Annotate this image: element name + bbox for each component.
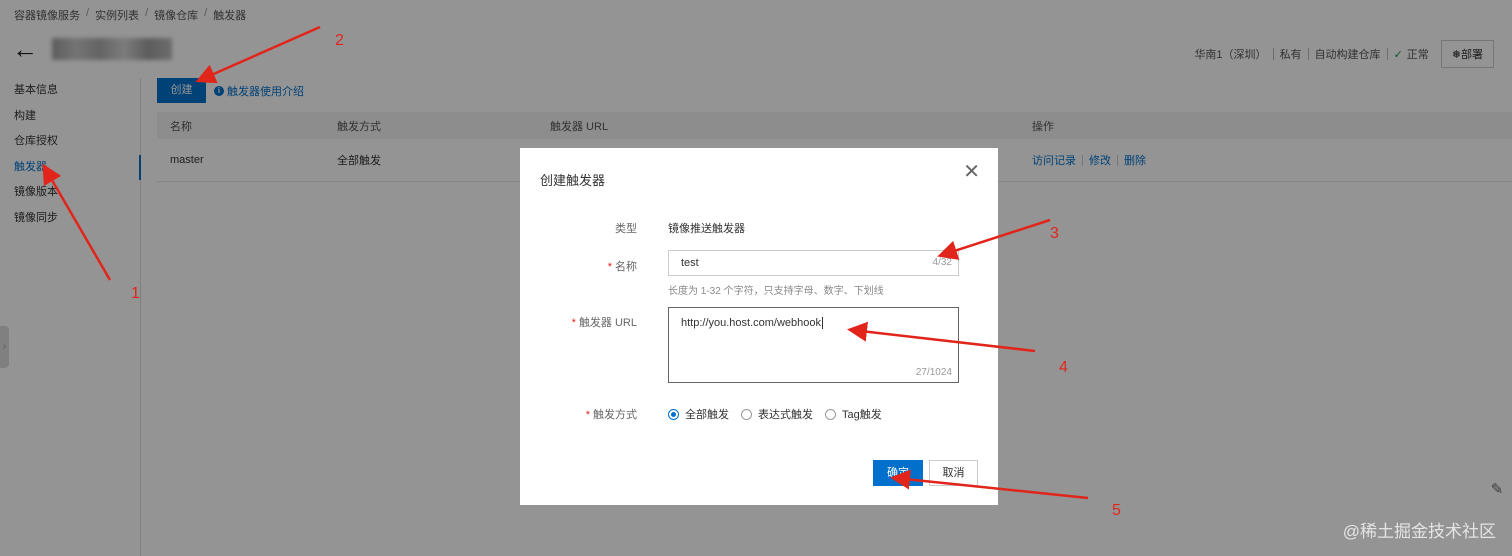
dialog-title: 创建触发器 bbox=[540, 173, 606, 188]
radio-label: Tag触发 bbox=[842, 409, 882, 421]
radio-label: 全部触发 bbox=[685, 409, 729, 421]
radio-tag[interactable]: Tag触发 bbox=[825, 406, 882, 422]
radio-unchecked-icon bbox=[741, 408, 752, 420]
url-char-count: 27/1024 bbox=[915, 367, 952, 378]
url-label: * 触发器 URL bbox=[572, 314, 637, 330]
radio-label: 表达式触发 bbox=[758, 409, 813, 421]
name-input-value: test bbox=[681, 257, 699, 269]
confirm-button[interactable]: 确定 bbox=[873, 460, 923, 486]
name-hint: 长度为 1-32 个字符，只支持字母、数字、下划线 bbox=[668, 286, 884, 297]
required-mark: * bbox=[571, 317, 576, 329]
name-label-text: 名称 bbox=[615, 261, 637, 273]
radio-unchecked-icon bbox=[825, 408, 836, 420]
watermark: @稀土掘金技术社区 bbox=[1342, 522, 1496, 541]
type-label: 类型 bbox=[615, 223, 637, 235]
name-input[interactable]: test 4/32 bbox=[668, 250, 959, 276]
cancel-button[interactable]: 取消 bbox=[929, 460, 978, 486]
close-icon[interactable]: ✕ bbox=[963, 162, 980, 182]
radio-expression[interactable]: 表达式触发 bbox=[741, 406, 813, 422]
url-label-text: 触发器 URL bbox=[578, 317, 637, 329]
mode-radio-group: 全部触发 表达式触发 Tag触发 bbox=[668, 406, 882, 422]
radio-all[interactable]: 全部触发 bbox=[668, 406, 729, 422]
url-textarea[interactable]: http://you.host.com/webhook 27/1024 bbox=[668, 307, 959, 383]
mode-label: * 触发方式 bbox=[586, 406, 637, 422]
type-value: 镜像推送触发器 bbox=[668, 223, 745, 235]
mode-label-text: 触发方式 bbox=[593, 409, 637, 421]
radio-checked-icon bbox=[668, 408, 679, 420]
text-cursor bbox=[822, 317, 824, 329]
name-label: * 名称 bbox=[608, 258, 637, 274]
required-mark: * bbox=[607, 261, 612, 273]
required-mark: * bbox=[585, 409, 590, 421]
url-textarea-value: http://you.host.com/webhook bbox=[681, 317, 822, 329]
create-trigger-dialog: 创建触发器 ✕ 类型 镜像推送触发器 * 名称 test 4/32 长度为 1-3… bbox=[520, 148, 998, 505]
name-char-count: 4/32 bbox=[932, 257, 952, 268]
